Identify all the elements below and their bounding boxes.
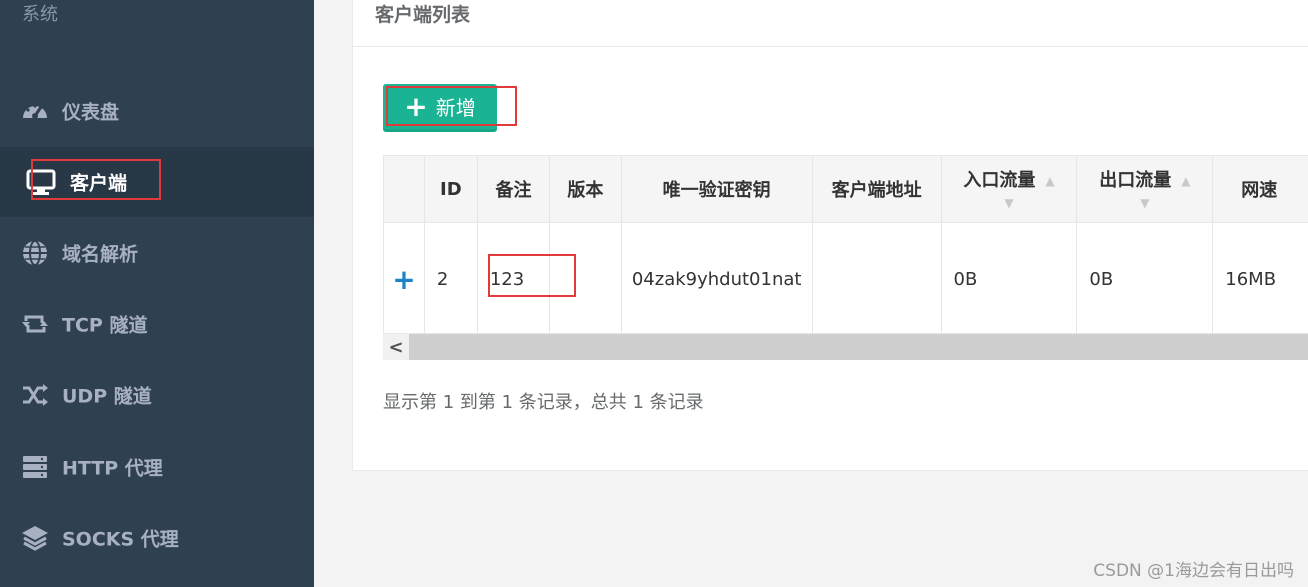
sidebar-item-label: 仪表盘 [62, 101, 120, 124]
expand-cell[interactable]: + [383, 222, 425, 336]
expand-icon[interactable]: + [392, 263, 415, 296]
sidebar: 系统 仪表盘 客户端 域名解析 TCP 隧道 UDP 隧道 HTTP 代理 SO… [0, 0, 314, 587]
panel-title: 客户端列表 [375, 4, 471, 26]
sidebar-item-label: 客户端 [70, 172, 128, 195]
sidebar-item-http[interactable]: HTTP 代理 [0, 432, 314, 502]
speed-cell: 16MB [1212, 222, 1308, 336]
watermark: CSDN @1海边会有日出吗 [1093, 561, 1294, 581]
dashboard-icon [20, 96, 50, 126]
add-button-label: 新增 [435, 96, 476, 120]
retweet-icon [20, 309, 50, 339]
horizontal-scrollbar[interactable]: < [383, 333, 1308, 360]
table-header-row: ID 备注 版本 唯一验证密钥 客户端地址 入口流量 ▲ ▼ 出口流量 ▲ ▼ 网速 [383, 155, 1308, 223]
client-table: ID 备注 版本 唯一验证密钥 客户端地址 入口流量 ▲ ▼ 出口流量 ▲ ▼ 网速 +… [383, 155, 1308, 336]
sidebar-item-dashboard[interactable]: 仪表盘 [0, 76, 314, 146]
sidebar-item-label: SOCKS 代理 [62, 528, 179, 551]
sidebar-item-client[interactable]: 客户端 [0, 147, 314, 217]
pagination-info: 显示第 1 到第 1 条记录，总共 1 条记录 [383, 392, 704, 413]
sidebar-item-tcp[interactable]: TCP 隧道 [0, 289, 314, 359]
add-client-button[interactable]: + 新增 [383, 84, 497, 132]
column-header-remark: 备注 [476, 155, 551, 223]
column-header-id: ID [423, 155, 478, 223]
table-row: + 2 123 04zak9yhdut01nat 0B 0B 16MB [383, 222, 1308, 336]
column-header-address: 客户端地址 [811, 155, 942, 223]
column-header-expand [383, 155, 425, 223]
plus-icon: + [404, 89, 428, 123]
remark-cell: 123 [476, 222, 551, 336]
column-header-out-flow[interactable]: 出口流量 ▲ ▼ [1076, 155, 1214, 223]
monitor-icon [26, 167, 56, 197]
column-header-in-flow[interactable]: 入口流量 ▲ ▼ [940, 155, 1078, 223]
layers-icon [20, 523, 50, 553]
globe-icon [20, 238, 50, 268]
scroll-left-button[interactable]: < [383, 334, 409, 360]
address-cell [811, 222, 942, 336]
in-flow-cell: 0B [940, 222, 1078, 336]
id-cell: 2 [423, 222, 478, 336]
sidebar-item-domain[interactable]: 域名解析 [0, 218, 314, 288]
sidebar-item-udp[interactable]: UDP 隧道 [0, 360, 314, 430]
version-cell [549, 222, 622, 336]
sidebar-item-socks[interactable]: SOCKS 代理 [0, 503, 314, 573]
random-icon [20, 380, 50, 410]
server-icon [20, 452, 50, 482]
sidebar-item-label: 域名解析 [62, 243, 139, 266]
divider [353, 46, 1308, 47]
out-flow-cell: 0B [1076, 222, 1214, 336]
sidebar-item-label: TCP 隧道 [62, 314, 148, 337]
column-header-speed: 网速 [1212, 155, 1308, 223]
sidebar-section-label: 系统 [22, 4, 58, 25]
column-header-version: 版本 [549, 155, 622, 223]
sidebar-item-label: HTTP 代理 [62, 457, 163, 480]
key-cell: 04zak9yhdut01nat [620, 222, 813, 336]
client-table-wrapper: ID 备注 版本 唯一验证密钥 客户端地址 入口流量 ▲ ▼ 出口流量 ▲ ▼ 网速 +… [383, 155, 1308, 361]
sidebar-item-label: UDP 隧道 [62, 385, 152, 408]
client-list-panel: 客户端列表 + 新增 ID 备注 版本 唯一验证密钥 客户端地址 入口流量 ▲ ▼ … [352, 0, 1308, 471]
column-header-key: 唯一验证密钥 [620, 155, 813, 223]
